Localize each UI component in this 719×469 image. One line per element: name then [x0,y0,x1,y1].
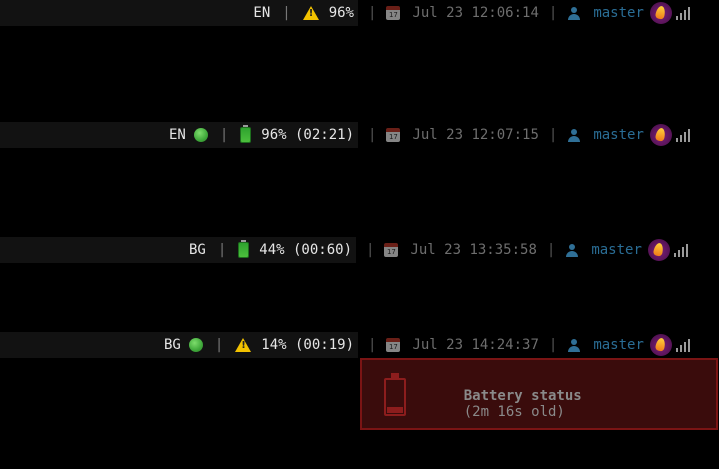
flame-icon[interactable] [649,334,672,356]
separator: | [214,337,224,353]
status-bar-1: EN | 96% | 17 Jul 23 12:06:14 | master [0,0,719,26]
user-icon [567,6,581,20]
separator: | [368,337,377,353]
status-bar-3: BG | 44% (00:60) | 17 Jul 23 13:35:58 | … [0,237,719,263]
flame-icon[interactable] [649,2,672,24]
green-circle-icon [188,338,203,352]
user-icon [567,338,581,352]
battery-icon [238,240,250,258]
git-branch[interactable]: master [593,337,644,353]
calendar-icon: 17 [386,338,401,352]
status-bar-right-segment: | 17 Jul 23 12:06:14 | master [358,0,719,26]
separator: | [282,5,291,21]
user-icon [567,128,581,142]
keyboard-layout-indicator[interactable]: BG [164,337,181,353]
warning-icon [302,6,319,20]
separator: | [548,5,558,21]
keyboard-layout-indicator[interactable]: BG [189,242,206,258]
battery-status[interactable]: 96% [329,5,354,21]
status-bar-4: BG | 14% (00:19) | 17 Jul 23 14:24:37 | … [0,332,719,358]
notification-text: Battery status (2m 16s old) [430,372,582,436]
git-branch[interactable]: master [593,5,644,21]
separator: | [217,242,227,258]
separator: | [366,242,375,258]
status-bar-2: EN | 96% (02:21) | 17 Jul 23 12:07:15 | … [0,122,719,148]
separator: | [219,127,229,143]
battery-status[interactable]: 96% (02:21) [261,127,354,143]
clock[interactable]: Jul 23 12:06:14 [412,5,538,21]
battery-low-icon [384,372,410,416]
separator: | [548,127,558,143]
separator: | [546,242,556,258]
separator: | [548,337,558,353]
status-bar-right-segment: | 17 Jul 23 12:07:15 | master [358,122,719,148]
user-icon [565,243,579,257]
flame-icon[interactable] [647,239,670,261]
status-bar-left-segment: BG | 44% (00:60) [0,237,356,263]
battery-icon [240,125,252,143]
battery-status-notification[interactable]: Battery status (2m 16s old) [360,358,718,430]
calendar-icon: 17 [386,128,401,142]
flame-icon[interactable] [649,124,672,146]
signal-strength-icon[interactable] [673,243,688,257]
notification-title: Battery status [463,388,582,404]
signal-strength-icon[interactable] [675,338,690,352]
status-bar-right-segment: | 17 Jul 23 13:35:58 | master [356,237,719,263]
battery-status[interactable]: 44% (00:60) [259,242,352,258]
signal-strength-icon[interactable] [675,128,690,142]
clock[interactable]: Jul 23 13:35:58 [410,242,536,258]
clock[interactable]: Jul 23 14:24:37 [412,337,538,353]
notification-age: (2m 16s old) [463,404,565,420]
keyboard-layout-indicator[interactable]: EN [253,5,270,21]
clock[interactable]: Jul 23 12:07:15 [412,127,538,143]
status-bar-left-segment: EN | 96% (02:21) [0,122,358,148]
battery-status[interactable]: 14% (00:19) [261,337,354,353]
git-branch[interactable]: master [593,127,644,143]
calendar-icon: 17 [384,243,399,257]
git-branch[interactable]: master [591,242,642,258]
warning-icon [235,338,252,352]
status-bar-right-segment: | 17 Jul 23 14:24:37 | master [358,332,719,358]
status-bar-left-segment: BG | 14% (00:19) [0,332,358,358]
separator: | [368,127,377,143]
calendar-icon: 17 [386,6,401,20]
status-bar-left-segment: EN | 96% [0,0,358,26]
keyboard-layout-indicator[interactable]: EN [169,127,186,143]
signal-strength-icon[interactable] [675,6,690,20]
separator: | [368,5,377,21]
green-circle-icon [193,128,208,142]
